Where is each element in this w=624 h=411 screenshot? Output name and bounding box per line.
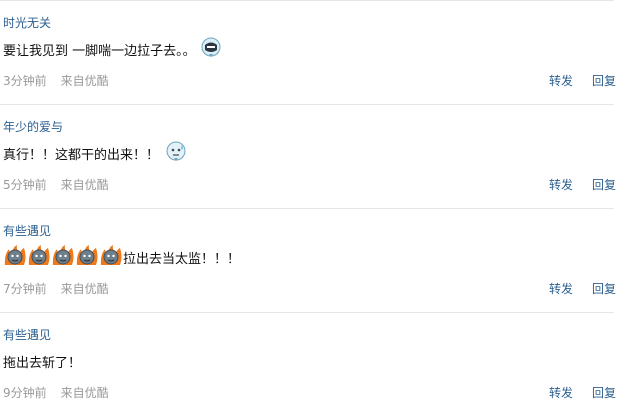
- comment-source: 来自优酷: [60, 386, 109, 400]
- comment-actions: 转发 回复: [549, 176, 616, 193]
- forward-button[interactable]: 转发: [549, 178, 573, 192]
- fire-face-emoji-icon: [3, 243, 27, 271]
- comment-username[interactable]: 有些遇见: [3, 222, 51, 239]
- fire-face-emoji-icon: [27, 243, 51, 271]
- divider: [0, 0, 614, 1]
- comment-text: 拖出去斩了！: [3, 355, 82, 371]
- comment-item: 时光无关 要让我见到 一脚喘一边拉子去。。 3分钟前 来自优酷 转发 回复: [0, 0, 616, 104]
- comment-actions: 转发 回复: [549, 280, 616, 297]
- comment-actions: 转发 回复: [549, 72, 616, 89]
- comment-text: 真行！！这都干的出来！！: [3, 147, 160, 163]
- comment-item: 有些遇见 拖出去斩了！ 9分钟前 来自优酷 转发 回复: [0, 312, 616, 411]
- sweat-emoji-icon: [165, 140, 187, 166]
- comment-meta: 3分钟前 来自优酷: [3, 72, 109, 89]
- comment-time: 7分钟前: [3, 282, 47, 296]
- comment-actions: 转发 回复: [549, 384, 616, 401]
- comment-username[interactable]: 年少的爱与: [3, 118, 63, 135]
- comment-text: 拉出去当太监！！！: [123, 251, 241, 267]
- comment-meta: 9分钟前 来自优酷: [3, 384, 109, 401]
- comment-time: 3分钟前: [3, 74, 47, 88]
- comment-meta: 7分钟前 来自优酷: [3, 280, 109, 297]
- reply-button[interactable]: 回复: [592, 282, 616, 296]
- comment-username[interactable]: 有些遇见: [3, 326, 51, 343]
- comment-feed: 时光无关 要让我见到 一脚喘一边拉子去。。 3分钟前 来自优酷 转发 回复 年少的爱…: [0, 0, 624, 411]
- comment-time: 5分钟前: [3, 178, 47, 192]
- divider: [0, 312, 614, 313]
- divider: [0, 104, 614, 105]
- comment-text: 要让我见到 一脚喘一边拉子去。。: [3, 43, 196, 59]
- forward-button[interactable]: 转发: [549, 386, 573, 400]
- reply-button[interactable]: 回复: [592, 178, 616, 192]
- comment-content: 拉出去当太监！！！: [3, 243, 241, 271]
- comment-meta: 5分钟前 来自优酷: [3, 176, 109, 193]
- comment-source: 来自优酷: [60, 282, 109, 296]
- reply-button[interactable]: 回复: [592, 386, 616, 400]
- comment-source: 来自优酷: [60, 74, 109, 88]
- comment-username[interactable]: 时光无关: [3, 14, 51, 31]
- comment-item: 有些遇见 拉出去当太监！！！ 7分钟前 来自优酷 转发 回复: [0, 208, 616, 312]
- reply-button[interactable]: 回复: [592, 74, 616, 88]
- comment-content: 真行！！这都干的出来！！: [3, 140, 187, 166]
- fire-face-emoji-icon: [51, 243, 75, 271]
- fire-face-emoji-icon: [99, 243, 123, 271]
- comment-source: 来自优酷: [60, 178, 109, 192]
- ninja-emoji-icon: [200, 36, 222, 62]
- forward-button[interactable]: 转发: [549, 282, 573, 296]
- fire-face-emoji-icon: [75, 243, 99, 271]
- forward-button[interactable]: 转发: [549, 74, 573, 88]
- comment-content: 要让我见到 一脚喘一边拉子去。。: [3, 36, 222, 62]
- comment-item: 年少的爱与 真行！！这都干的出来！！ 5分钟前 来自优酷 转发 回复: [0, 104, 616, 208]
- comment-content: 拖出去斩了！: [3, 350, 81, 372]
- divider: [0, 208, 614, 209]
- comment-time: 9分钟前: [3, 386, 47, 400]
